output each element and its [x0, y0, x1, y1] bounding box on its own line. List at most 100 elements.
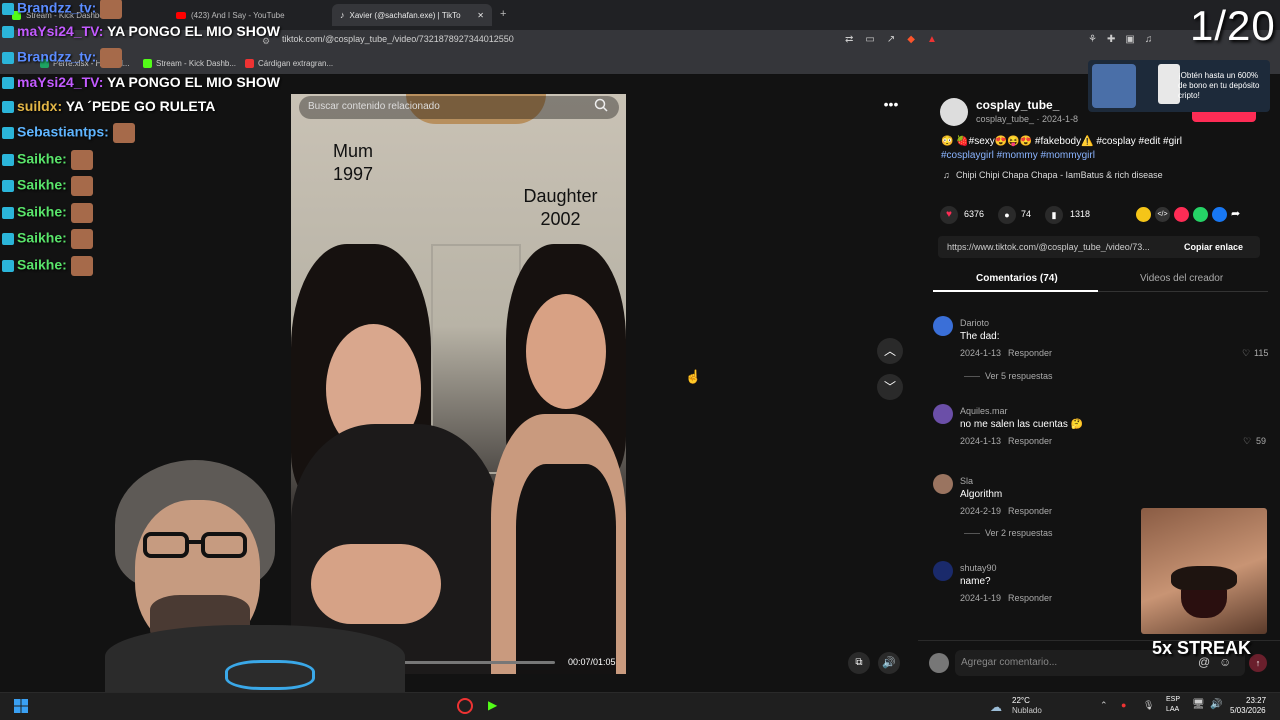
rewards-icon[interactable]: ▲: [927, 34, 937, 45]
more-options-icon[interactable]: •••: [880, 96, 902, 114]
puzzle-icon[interactable]: ✚: [1107, 34, 1115, 45]
music-note-icon: ♫: [943, 170, 950, 180]
creator-handle-date: cosplay_tube_ · 2024-1-8: [976, 114, 1079, 124]
extension-icon[interactable]: ⚘: [1088, 34, 1097, 45]
whatsapp-icon[interactable]: [1193, 207, 1208, 222]
network-icon[interactable]: 🖥: [1192, 699, 1205, 710]
comment-author[interactable]: Sla: [960, 476, 973, 486]
comment-avatar[interactable]: [933, 404, 953, 424]
tab-comments[interactable]: Comentarios (74): [976, 273, 1058, 284]
screenshot-icon[interactable]: ▣: [1125, 34, 1134, 45]
chat-text: YA PONGO EL MIO SHOW: [103, 23, 280, 39]
next-video-button[interactable]: ﹀: [877, 374, 903, 400]
chat-badge-icon: [2, 127, 14, 139]
chat-badge-icon: [2, 154, 14, 166]
embed-icon[interactable]: </>: [1155, 207, 1170, 222]
my-avatar: [929, 653, 949, 673]
copy-link-button[interactable]: Copiar enlace: [1184, 242, 1243, 252]
close-tab-icon[interactable]: ✕: [477, 11, 484, 20]
chat-message: Brandzz_tv:: [2, 48, 123, 68]
translate-icon[interactable]: ⇄: [845, 34, 853, 45]
tab-creator-videos[interactable]: Videos del creador: [1140, 273, 1223, 284]
webcam-overlay: [105, 455, 405, 692]
view-replies-button[interactable]: Ver 2 respuestas: [985, 528, 1053, 538]
chat-username: Saikhe:: [17, 203, 67, 220]
chat-badge-icon: [2, 52, 14, 64]
forward-icon[interactable]: ➦: [1231, 207, 1240, 222]
send-icon[interactable]: [1174, 207, 1189, 222]
comment-avatar[interactable]: [933, 561, 953, 581]
post-comment-button[interactable]: ↑: [1249, 654, 1267, 672]
search-icon[interactable]: [594, 98, 610, 114]
video-link[interactable]: https://www.tiktok.com/@cosplay_tube_/vi…: [947, 242, 1172, 252]
new-tab-button[interactable]: +: [500, 8, 506, 20]
related-search-input[interactable]: Buscar contenido relacionado: [299, 96, 619, 119]
comment-author[interactable]: shutay90: [960, 563, 997, 573]
bookmark-kick[interactable]: Stream - Kick Dashb...: [143, 59, 236, 68]
like-icon[interactable]: ♥: [940, 206, 958, 224]
reply-button[interactable]: Responder: [1008, 593, 1052, 603]
creator-username[interactable]: cosplay_tube_: [976, 98, 1059, 112]
volume-icon[interactable]: 🔊: [878, 652, 900, 674]
chat-emote-icon: [100, 0, 123, 19]
bookmark-cardigan[interactable]: Cárdigan extragran...: [245, 59, 333, 68]
comment-text: Algorithm: [960, 489, 1003, 500]
chat-badge-icon: [2, 260, 14, 272]
chat-message: Sebastiantps:: [2, 123, 135, 143]
gift-icon: [1092, 64, 1136, 108]
chat-emote-icon: [70, 229, 93, 249]
tab-divider: [1098, 291, 1268, 292]
chat-username: maYsi24_TV:: [17, 74, 104, 90]
comment-text: The dad:: [960, 331, 1000, 342]
keyboard-layout[interactable]: LAA: [1166, 706, 1179, 713]
microphone-icon[interactable]: 🎙: [1143, 700, 1154, 711]
tray-chevron-icon[interactable]: ⌃: [1100, 700, 1108, 711]
reply-button[interactable]: Responder: [1008, 506, 1052, 516]
comment-like-count: 59: [1256, 436, 1267, 446]
volume-tray-icon[interactable]: 🔊: [1210, 699, 1222, 710]
video-time: 00:07/01:05: [568, 657, 616, 667]
glasses: [135, 530, 260, 560]
music-icon[interactable]: ♫: [1145, 34, 1153, 45]
comment-date: 2024-2-19: [960, 506, 1002, 516]
kick-app-icon[interactable]: ▶: [488, 698, 497, 712]
comment-like-icon[interactable]: ♡: [1243, 436, 1251, 447]
chat-username: Sebastiantps:: [17, 123, 109, 140]
comment-author[interactable]: Darioto: [960, 318, 989, 328]
comment-like-icon[interactable]: ♡: [1242, 348, 1250, 359]
chat-badge-icon: [2, 26, 14, 39]
ad-banner[interactable]: ¡Obtén hasta un 600% de bono en tu depós…: [1088, 60, 1270, 112]
comment-avatar[interactable]: [933, 474, 953, 494]
previous-video-button[interactable]: ︿: [877, 338, 903, 364]
comment-avatar[interactable]: [933, 316, 953, 336]
tray-app-icon[interactable]: ●: [1121, 700, 1126, 710]
url-field[interactable]: tiktok.com/@cosplay_tube_/video/73218789…: [282, 34, 514, 44]
chat-text: YA PONGO EL MIO SHOW: [103, 74, 280, 90]
language-code[interactable]: ESP: [1166, 696, 1180, 703]
caption-line1: 😳 🍓#sexy😍😝😍 #fakebody⚠️ #cosplay #edit #…: [941, 136, 1182, 147]
comment-author[interactable]: Aquiles.mar: [960, 406, 1008, 416]
bookmark-label: Stream - Kick Dashb...: [156, 59, 237, 68]
extensions-icons: ⚘ ✚ ▣ ♫: [1088, 34, 1152, 45]
comment-icon[interactable]: ●: [998, 206, 1016, 224]
daughter-label: Daughter 2002: [508, 185, 613, 232]
app-icon[interactable]: [457, 698, 473, 714]
emoji-share-icon[interactable]: [1136, 207, 1151, 222]
view-replies-button[interactable]: Ver 5 respuestas: [985, 371, 1053, 381]
pip-icon[interactable]: ⧉: [848, 652, 870, 674]
share-icon[interactable]: ↗: [887, 34, 895, 45]
shirt-print: [225, 660, 315, 690]
music-title[interactable]: Chipi Chipi Chapa Chapa - IamBatus & ric…: [956, 170, 1163, 180]
facebook-icon[interactable]: [1212, 207, 1227, 222]
daughter-label-line1: Daughter: [523, 186, 598, 206]
reply-button[interactable]: Responder: [1008, 348, 1052, 358]
chat-emote-icon: [70, 203, 93, 223]
bookmark-icon[interactable]: ▮: [1045, 206, 1063, 224]
windows-start-icon[interactable]: [14, 699, 28, 713]
cast-icon[interactable]: ▭: [865, 34, 874, 45]
brave-shield-icon[interactable]: ◆: [907, 34, 915, 45]
tab-tiktok[interactable]: ♪ Xavier (@sachafan.exe) | TikTo ✕: [332, 4, 492, 26]
chat-username: Saikhe:: [17, 176, 67, 193]
reply-button[interactable]: Responder: [1008, 436, 1052, 446]
creator-avatar[interactable]: [940, 98, 968, 126]
